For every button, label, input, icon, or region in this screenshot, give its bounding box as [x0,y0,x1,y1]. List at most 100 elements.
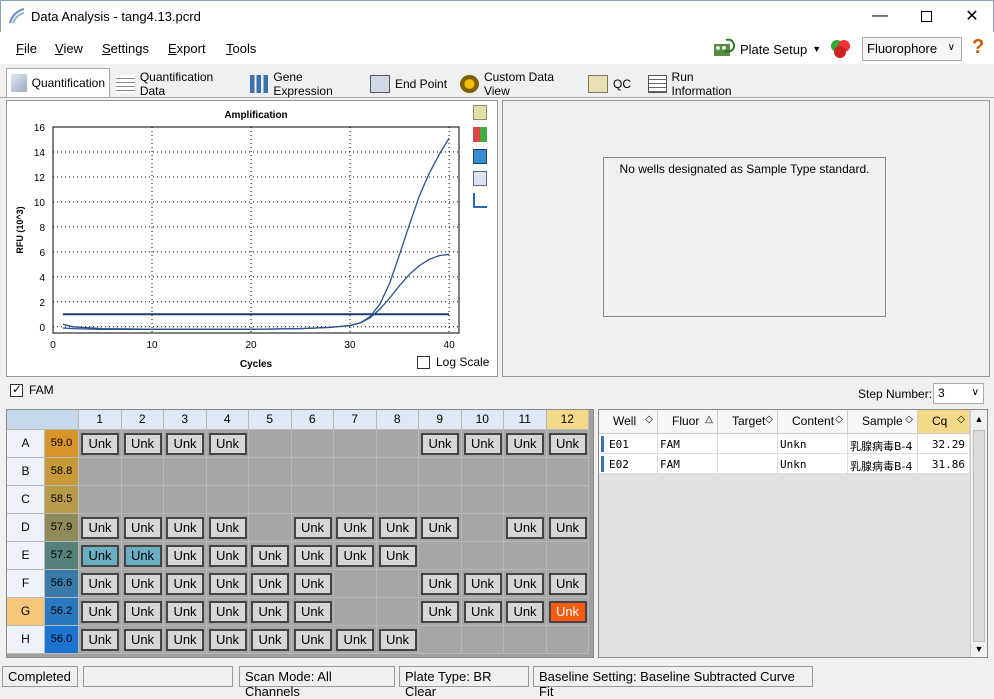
maximize-button[interactable] [903,1,949,31]
row-header[interactable]: B [7,458,45,486]
well[interactable]: Unk [463,573,502,595]
well[interactable]: Unk [251,573,289,595]
plate-cell[interactable] [291,430,334,458]
row-header[interactable]: F [7,570,45,598]
tab-qc[interactable]: QC [584,70,640,97]
well[interactable]: Unk [251,601,289,623]
well[interactable]: Unk [506,433,544,455]
column-header-fluor[interactable]: Fluor △ [658,410,718,434]
column-header[interactable]: 9 [419,410,462,430]
plate-cell[interactable] [249,514,292,542]
plate-cell[interactable] [546,486,589,514]
well[interactable]: Unk [81,545,119,567]
row-header[interactable]: H [7,626,45,654]
plate-cell[interactable] [461,626,504,654]
sort-icon[interactable]: ◇ [645,414,653,425]
menu-export[interactable]: Export [168,41,206,56]
column-header-well[interactable]: Well ◇ [599,410,658,434]
traffic-light-icon[interactable] [828,37,854,61]
well[interactable]: Unk [421,433,459,455]
help-icon[interactable]: ? [972,36,984,59]
column-header[interactable]: 6 [291,410,334,430]
column-header[interactable]: 5 [249,410,292,430]
table-row[interactable]: E02 FAM Unkn 乳腺病毒B-4 31.86 [599,454,970,474]
plate-setup-button[interactable]: Plate Setup ▼ [712,36,821,62]
menu-settings[interactable]: Settings [102,41,149,56]
well[interactable]: Unk [548,573,587,595]
well[interactable]: Unk [166,433,204,455]
well[interactable]: Unk [506,517,544,539]
well[interactable]: Unk [208,573,247,595]
plate-cell[interactable] [546,542,589,570]
sort-icon[interactable]: ◇ [905,414,913,425]
well[interactable]: Unk [251,545,289,567]
plate-cell[interactable] [291,486,334,514]
well[interactable]: Unk [81,433,119,455]
sort-icon[interactable]: ◇ [835,414,843,425]
column-header[interactable]: 2 [121,410,164,430]
plate-cell[interactable] [461,514,504,542]
well[interactable]: Unk [166,545,204,567]
plate-cell[interactable] [546,458,589,486]
well[interactable]: Unk [421,517,459,539]
well[interactable]: Unk [506,601,544,623]
sort-icon[interactable]: ◇ [957,414,965,425]
well[interactable]: Unk [293,629,332,651]
column-header[interactable]: 12 [546,410,589,430]
log-scale-toggle[interactable]: Log Scale [417,355,489,369]
well[interactable]: Unk [81,517,119,539]
close-button[interactable]: ✕ [949,1,994,31]
plate-cell[interactable] [419,542,462,570]
row-header[interactable]: A [7,430,45,458]
plate-cell[interactable] [461,486,504,514]
scrollbar-thumb[interactable] [973,430,985,642]
column-header-content[interactable]: Content ◇ [778,410,848,434]
plate-cell[interactable] [249,486,292,514]
well[interactable]: Unk [421,573,459,595]
tab-quantification[interactable]: Quantification [6,68,110,97]
well[interactable]: Unk [166,601,204,623]
plate-cell[interactable] [249,458,292,486]
column-header[interactable]: 4 [206,410,249,430]
well[interactable]: Unk [293,601,332,623]
menu-view[interactable]: View [55,41,83,56]
well[interactable]: Unk [336,545,374,567]
copy-icon[interactable] [473,105,487,120]
zoom-icon[interactable] [473,171,487,186]
well[interactable]: Unk [336,629,374,651]
well[interactable]: Unk [293,573,332,595]
column-header-cq[interactable]: Cq ◇ [918,410,970,434]
fluorophore-select[interactable]: Fluorophore ∨ [862,37,962,61]
color-icon[interactable] [473,127,487,142]
plate-cell[interactable] [334,430,377,458]
well[interactable]: Unk [208,629,247,651]
plate-cell[interactable] [206,486,249,514]
plate-cell[interactable] [546,626,589,654]
column-header[interactable]: 3 [164,410,207,430]
menu-file[interactable]: File [16,41,37,56]
scroll-up-icon[interactable]: ▲ [971,414,987,424]
well[interactable]: Unk [123,573,162,595]
well[interactable]: Unk [166,629,204,651]
column-header[interactable]: 1 [79,410,122,430]
well[interactable]: Unk [421,601,459,623]
column-header[interactable]: 8 [376,410,419,430]
plate-cell[interactable] [121,458,164,486]
plate-cell[interactable] [376,486,419,514]
well[interactable]: Unk [378,517,417,539]
plate-cell[interactable] [419,626,462,654]
well[interactable]: Unk [378,545,417,567]
well[interactable]: Unk [378,629,417,651]
well[interactable]: Unk [336,517,374,539]
plate-cell[interactable] [376,458,419,486]
well[interactable]: Unk [293,545,332,567]
minimize-button[interactable]: — [857,1,903,31]
well[interactable]: Unk [123,629,162,651]
well[interactable]: Unk [548,433,587,455]
plate-cell[interactable] [164,486,207,514]
menu-tools[interactable]: Tools [226,41,256,56]
well[interactable]: Unk [123,517,162,539]
plate-cell[interactable] [461,458,504,486]
plate-cell[interactable] [504,486,547,514]
plate-cell[interactable] [504,626,547,654]
